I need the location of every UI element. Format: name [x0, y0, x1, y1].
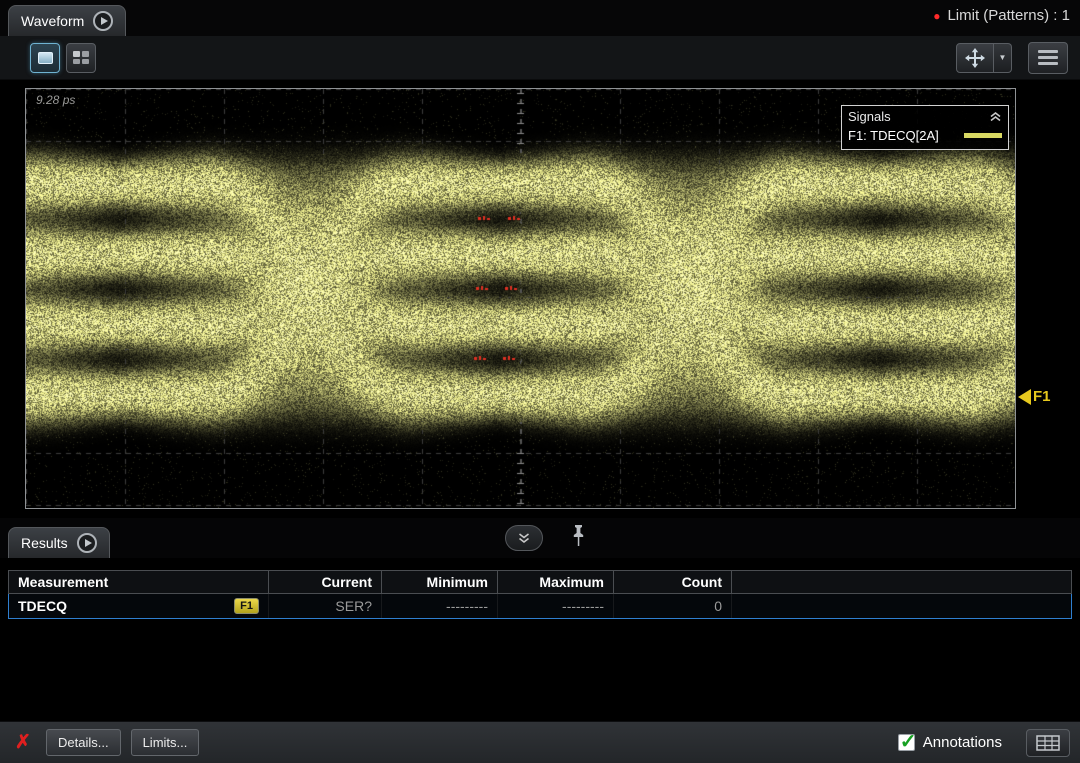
limit-dot-icon: ●: [933, 10, 940, 22]
annotations-group: ✓ Annotations: [898, 734, 1002, 751]
col-current: Current: [269, 571, 382, 594]
waveform-section: 9.28 ps Signals F1: TDECQ[2A] F1: [0, 80, 1080, 518]
tab-waveform[interactable]: Waveform: [8, 5, 126, 36]
col-count: Count: [614, 571, 732, 594]
limit-label: Limit (Patterns) : 1: [947, 7, 1070, 24]
chevron-down-icon: [517, 532, 531, 544]
grid-display-button[interactable]: [66, 43, 96, 73]
waveform-plot[interactable]: 9.28 ps Signals F1: TDECQ[2A]: [25, 88, 1016, 509]
current-value: SER?: [269, 594, 382, 619]
menu-button[interactable]: [1028, 42, 1068, 74]
quad-layout-icon: [73, 51, 89, 64]
play-icon[interactable]: [93, 11, 113, 31]
results-table: Measurement Current Minimum Maximum Coun…: [8, 570, 1072, 619]
menu-icon: [1038, 50, 1058, 53]
results-play-icon[interactable]: [77, 533, 97, 553]
single-display-button[interactable]: [30, 43, 60, 73]
marker-label: F1: [1033, 388, 1051, 405]
f1-source-marker[interactable]: F1: [1018, 388, 1051, 405]
pan-icon: [965, 48, 985, 68]
col-measurement: Measurement: [9, 571, 269, 594]
signal-color-swatch: [964, 133, 1002, 138]
time-scale-label: 9.28 ps: [36, 93, 75, 107]
eye-canvas[interactable]: [26, 89, 1015, 508]
pan-control: ▼: [956, 43, 1012, 73]
results-header-row: Measurement Current Minimum Maximum Coun…: [9, 571, 1072, 594]
toolbar: ▼: [0, 36, 1080, 80]
annotations-label: Annotations: [923, 734, 1002, 751]
pin-results-button[interactable]: [566, 523, 590, 553]
marker-triangle-icon: [1018, 389, 1031, 405]
single-layout-icon: [38, 52, 53, 64]
collapse-results-button[interactable]: [505, 525, 543, 551]
col-blank: [732, 571, 1072, 594]
measurement-name: TDECQ: [18, 598, 67, 614]
signals-panel: Signals F1: TDECQ[2A]: [841, 105, 1009, 150]
signal-label: F1: TDECQ[2A]: [848, 128, 939, 143]
maximum-value: ---------: [498, 594, 614, 619]
pan-button[interactable]: [956, 43, 994, 73]
annotation-table-button[interactable]: [1026, 729, 1070, 757]
clear-results-button[interactable]: ✗: [10, 731, 36, 754]
clear-icon: ✗: [15, 732, 31, 753]
f1-source-badge: F1: [234, 598, 259, 614]
col-minimum: Minimum: [382, 571, 498, 594]
pan-dropdown-button[interactable]: ▼: [994, 43, 1012, 73]
check-icon: ✓: [900, 729, 917, 754]
results-tab-label: Results: [21, 535, 68, 551]
collapse-icon[interactable]: [989, 111, 1002, 122]
signals-title: Signals: [848, 109, 891, 124]
dropdown-arrow-icon: ▼: [999, 53, 1007, 62]
results-tab-row: Results: [0, 518, 1080, 558]
tab-results[interactable]: Results: [8, 527, 110, 558]
count-value: 0: [614, 594, 732, 619]
minimum-value: ---------: [382, 594, 498, 619]
footer-bar: ✗ Details... Limits... ✓ Annotations: [0, 721, 1080, 763]
annotations-checkbox[interactable]: ✓: [898, 734, 915, 751]
details-button[interactable]: Details...: [46, 729, 121, 756]
limit-status: ● Limit (Patterns) : 1: [933, 7, 1070, 24]
signal-legend-entry: F1: TDECQ[2A]: [842, 125, 1008, 149]
pin-icon: [570, 523, 587, 548]
table-row-tdecq[interactable]: TDECQ F1 SER? --------- --------- 0: [9, 594, 1072, 619]
col-maximum: Maximum: [498, 571, 614, 594]
waveform-tab-label: Waveform: [21, 13, 84, 29]
table-grid-icon: [1036, 735, 1060, 751]
header-bar: Waveform ● Limit (Patterns) : 1: [0, 0, 1080, 36]
limits-button[interactable]: Limits...: [131, 729, 200, 756]
